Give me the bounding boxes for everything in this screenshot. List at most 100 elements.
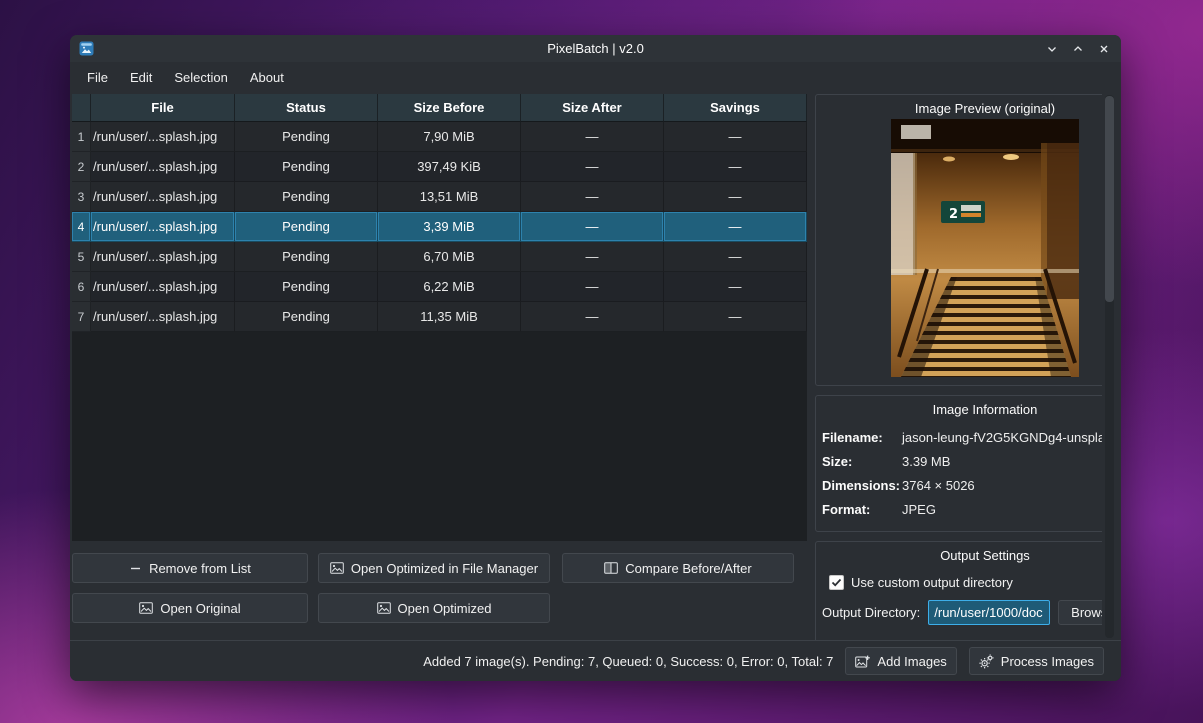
cell-savings: — [664,242,807,272]
add-images-label: Add Images [877,654,946,669]
row-number[interactable]: 7 [72,302,91,332]
column-header-size-before[interactable]: Size Before [378,94,521,122]
table-corner-header[interactable] [72,94,91,122]
size-label: Size: [822,454,902,469]
table-row[interactable]: 2 /run/user/...splash.jpg Pending 397,49… [72,152,807,182]
dimensions-label: Dimensions: [822,478,902,493]
gear-icon [979,654,994,669]
table-row[interactable]: 3 /run/user/...splash.jpg Pending 13,51 … [72,182,807,212]
browse-label: Browse... [1071,605,1102,620]
minimize-button[interactable] [1043,40,1061,58]
format-value: JPEG [902,502,1102,517]
column-header-size-after[interactable]: Size After [521,94,664,122]
dimensions-value: 3764 × 5026 [902,478,1102,493]
info-row-format: Format: JPEG [822,497,1102,521]
table-row[interactable]: 1 /run/user/...splash.jpg Pending 7,90 M… [72,122,807,152]
cell-savings: — [664,302,807,332]
check-icon [831,578,842,587]
row-number[interactable]: 4 [72,212,91,242]
image-icon [139,602,153,614]
process-images-button[interactable]: Process Images [969,647,1104,675]
chevron-down-icon [1044,41,1060,57]
use-custom-label[interactable]: Use custom output directory [851,575,1013,590]
use-custom-checkbox[interactable] [829,575,844,590]
maximize-button[interactable] [1069,40,1087,58]
open-optimized-in-file-manager-button[interactable]: Open Optimized in File Manager [318,553,550,583]
process-images-label: Process Images [1001,654,1094,669]
info-row-dimensions: Dimensions: 3764 × 5026 [822,473,1102,497]
cell-file: /run/user/...splash.jpg [91,152,235,182]
remove-from-list-button[interactable]: Remove from List [72,553,308,583]
cell-size-after: — [521,242,664,272]
cell-size-before: 7,90 MiB [378,122,521,152]
remove-from-list-label: Remove from List [149,561,251,576]
cell-status: Pending [235,242,378,272]
cell-status: Pending [235,122,378,152]
filename-value: jason-leung-fV2G5KGNDg4-unsplash.jpg [902,430,1102,445]
panel-scrollbar-thumb[interactable] [1105,96,1114,302]
pixelbatch-window: PixelBatch | v2.0 File Edit Selection Ab… [70,35,1121,681]
cell-size-after: — [521,212,664,242]
menubar: File Edit Selection About [70,62,1121,92]
cell-savings: — [664,212,807,242]
row-number[interactable]: 2 [72,152,91,182]
cell-size-before: 11,35 MiB [378,302,521,332]
table-row[interactable]: 4 /run/user/...splash.jpg Pending 3,39 M… [72,212,807,242]
row-number[interactable]: 6 [72,272,91,302]
open-optimized-label: Open Optimized [398,601,492,616]
cell-size-before: 397,49 KiB [378,152,521,182]
column-header-savings[interactable]: Savings [664,94,807,122]
menu-selection[interactable]: Selection [163,65,238,90]
cell-size-before: 13,51 MiB [378,182,521,212]
compare-icon [604,562,618,574]
table-row[interactable]: 7 /run/user/...splash.jpg Pending 11,35 … [72,302,807,332]
compare-before-after-button[interactable]: Compare Before/After [562,553,794,583]
compare-before-after-label: Compare Before/After [625,561,751,576]
filename-label: Filename: [822,430,902,445]
close-button[interactable] [1095,40,1113,58]
add-image-icon [855,655,870,668]
file-table: File Status Size Before Size After Savin… [72,94,807,541]
cell-size-after: — [521,152,664,182]
cell-status: Pending [235,272,378,302]
cell-file: /run/user/...splash.jpg [91,242,235,272]
right-pane: Image Preview (original) [815,94,1102,640]
image-preview-title: Image Preview (original) [816,101,1102,116]
action-buttons: Remove from List Open Optimized in File … [72,553,807,623]
cell-status: Pending [235,182,378,212]
image-icon [377,602,391,614]
close-icon [1096,41,1112,57]
open-optimized-button[interactable]: Open Optimized [318,593,550,623]
row-number[interactable]: 5 [72,242,91,272]
table-row[interactable]: 6 /run/user/...splash.jpg Pending 6,22 M… [72,272,807,302]
column-header-status[interactable]: Status [235,94,378,122]
menu-edit[interactable]: Edit [119,65,163,90]
row-number[interactable]: 3 [72,182,91,212]
column-header-file[interactable]: File [91,94,235,122]
titlebar[interactable]: PixelBatch | v2.0 [70,35,1121,62]
row-number[interactable]: 1 [72,122,91,152]
cell-status: Pending [235,152,378,182]
left-pane: File Status Size Before Size After Savin… [72,94,807,640]
open-optimized-in-file-manager-label: Open Optimized in File Manager [351,561,538,576]
output-settings-group: Output Settings Use custom output direct… [815,541,1102,640]
cell-size-before: 6,22 MiB [378,272,521,302]
image-information-group: Image Information Filename: jason-leung-… [815,395,1102,532]
size-value: 3.39 MB [902,454,1102,469]
output-directory-label: Output Directory: [822,605,920,620]
cell-size-after: — [521,302,664,332]
browse-button[interactable]: Browse... [1058,600,1102,625]
output-settings-title: Output Settings [816,548,1102,563]
cell-file: /run/user/...splash.jpg [91,182,235,212]
cell-size-after: — [521,182,664,212]
add-images-button[interactable]: Add Images [845,647,956,675]
menu-about[interactable]: About [239,65,295,90]
table-row[interactable]: 5 /run/user/...splash.jpg Pending 6,70 M… [72,242,807,272]
open-original-button[interactable]: Open Original [72,593,308,623]
format-label: Format: [822,502,902,517]
panel-scrollbar-track[interactable] [1105,95,1114,638]
output-directory-input[interactable] [928,600,1050,625]
app-icon [79,41,94,56]
menu-file[interactable]: File [76,65,119,90]
minus-icon [129,562,142,575]
